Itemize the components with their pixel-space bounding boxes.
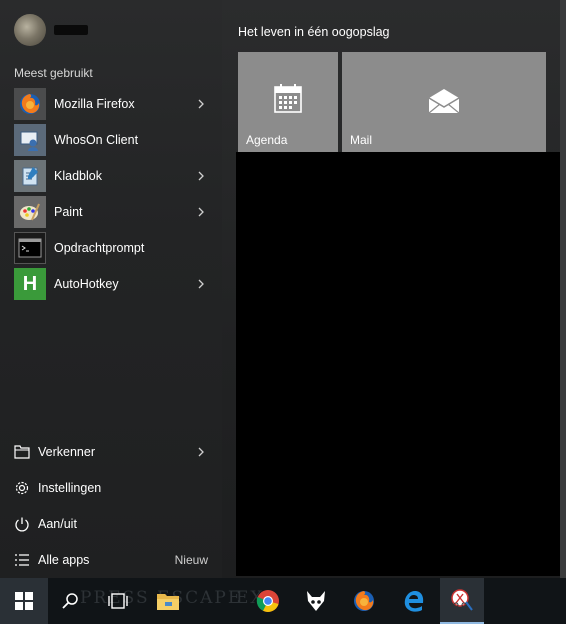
chevron-right-icon[interactable] <box>196 170 206 182</box>
search-button[interactable] <box>52 578 88 624</box>
calendar-icon <box>274 84 302 113</box>
sys-label: Instellingen <box>38 481 102 495</box>
chevron-right-icon[interactable] <box>196 206 206 218</box>
chevron-right-icon[interactable] <box>196 446 206 458</box>
search-icon <box>62 593 78 609</box>
file-explorer-icon <box>14 444 30 460</box>
taskbar-file-explorer[interactable] <box>148 578 188 624</box>
command-prompt-icon <box>14 232 46 264</box>
sys-label: Alle apps <box>38 553 90 567</box>
whoson-icon <box>14 124 46 156</box>
sys-item-all-apps[interactable]: Alle apps Nieuw <box>0 542 222 578</box>
user-account[interactable] <box>14 14 88 46</box>
app-label: Mozilla Firefox <box>54 97 135 111</box>
tile-label: Mail <box>350 133 373 147</box>
paint-icon <box>14 196 46 228</box>
tile-label: Agenda <box>246 133 288 147</box>
autohotkey-icon: H <box>14 268 46 300</box>
user-name-redacted <box>54 25 88 35</box>
file-explorer-icon <box>157 594 179 610</box>
user-avatar <box>14 14 46 46</box>
sys-item-settings[interactable]: Instellingen <box>0 470 222 506</box>
taskbar-chrome[interactable] <box>248 578 288 624</box>
app-label: Opdrachtprompt <box>54 241 145 255</box>
sys-item-file-explorer[interactable]: Verkenner <box>0 434 222 470</box>
app-label: AutoHotkey <box>54 277 119 291</box>
app-label: Kladblok <box>54 169 102 183</box>
task-view-button[interactable] <box>100 578 136 624</box>
app-item-whoson[interactable]: WhosOn Client <box>0 122 222 158</box>
resize-edge[interactable] <box>560 0 566 578</box>
taskbar-edge[interactable] <box>394 578 434 624</box>
firefox-icon <box>354 591 374 611</box>
sys-label: Aan/uit <box>38 517 77 531</box>
sys-label: Verkenner <box>38 445 95 459</box>
app-item-command-prompt[interactable]: Opdrachtprompt <box>0 230 222 266</box>
snipping-tool-icon <box>451 589 473 611</box>
taskbar-firefox[interactable] <box>344 578 384 624</box>
app-item-notepad[interactable]: Kladblok <box>0 158 222 194</box>
app-item-autohotkey[interactable]: H AutoHotkey <box>0 266 222 302</box>
start-button[interactable] <box>0 578 48 624</box>
start-menu: Meest gebruikt Mozilla Firefox WhosOn Cl… <box>0 0 566 578</box>
tiles-empty-area <box>236 152 560 576</box>
sys-item-power[interactable]: Aan/uit <box>0 506 222 542</box>
chevron-right-icon[interactable] <box>196 278 206 290</box>
app-label: Paint <box>54 205 83 219</box>
power-icon <box>14 516 30 532</box>
firefox-icon <box>14 88 46 120</box>
windows-logo-icon <box>15 592 33 610</box>
chevron-right-icon[interactable] <box>196 98 206 110</box>
app-label: WhosOn Client <box>54 133 139 147</box>
taskbar-snipping-tool[interactable] <box>440 578 484 624</box>
app-icon <box>307 591 325 611</box>
notepad-icon <box>14 160 46 192</box>
most-used-title: Meest gebruikt <box>14 66 93 80</box>
system-list: Verkenner Instellingen Aan/uit Alle apps… <box>0 434 222 578</box>
most-used-list: Mozilla Firefox WhosOn Client Kladblok P… <box>0 86 222 302</box>
taskbar-app[interactable] <box>296 578 336 624</box>
new-badge: Nieuw <box>174 553 208 567</box>
edge-icon <box>404 591 424 612</box>
taskbar: PRESS ESCAPE EX <box>0 578 566 624</box>
app-item-firefox[interactable]: Mozilla Firefox <box>0 86 222 122</box>
app-item-paint[interactable]: Paint <box>0 194 222 230</box>
gear-icon <box>14 480 30 496</box>
task-view-icon <box>108 593 128 609</box>
list-icon <box>14 552 30 568</box>
chrome-icon <box>256 590 279 612</box>
tile-group-title[interactable]: Het leven in één oogopslag <box>238 25 390 39</box>
tile-agenda[interactable]: Agenda <box>238 52 338 152</box>
tile-mail[interactable]: Mail <box>342 52 546 152</box>
mail-icon <box>428 89 460 114</box>
